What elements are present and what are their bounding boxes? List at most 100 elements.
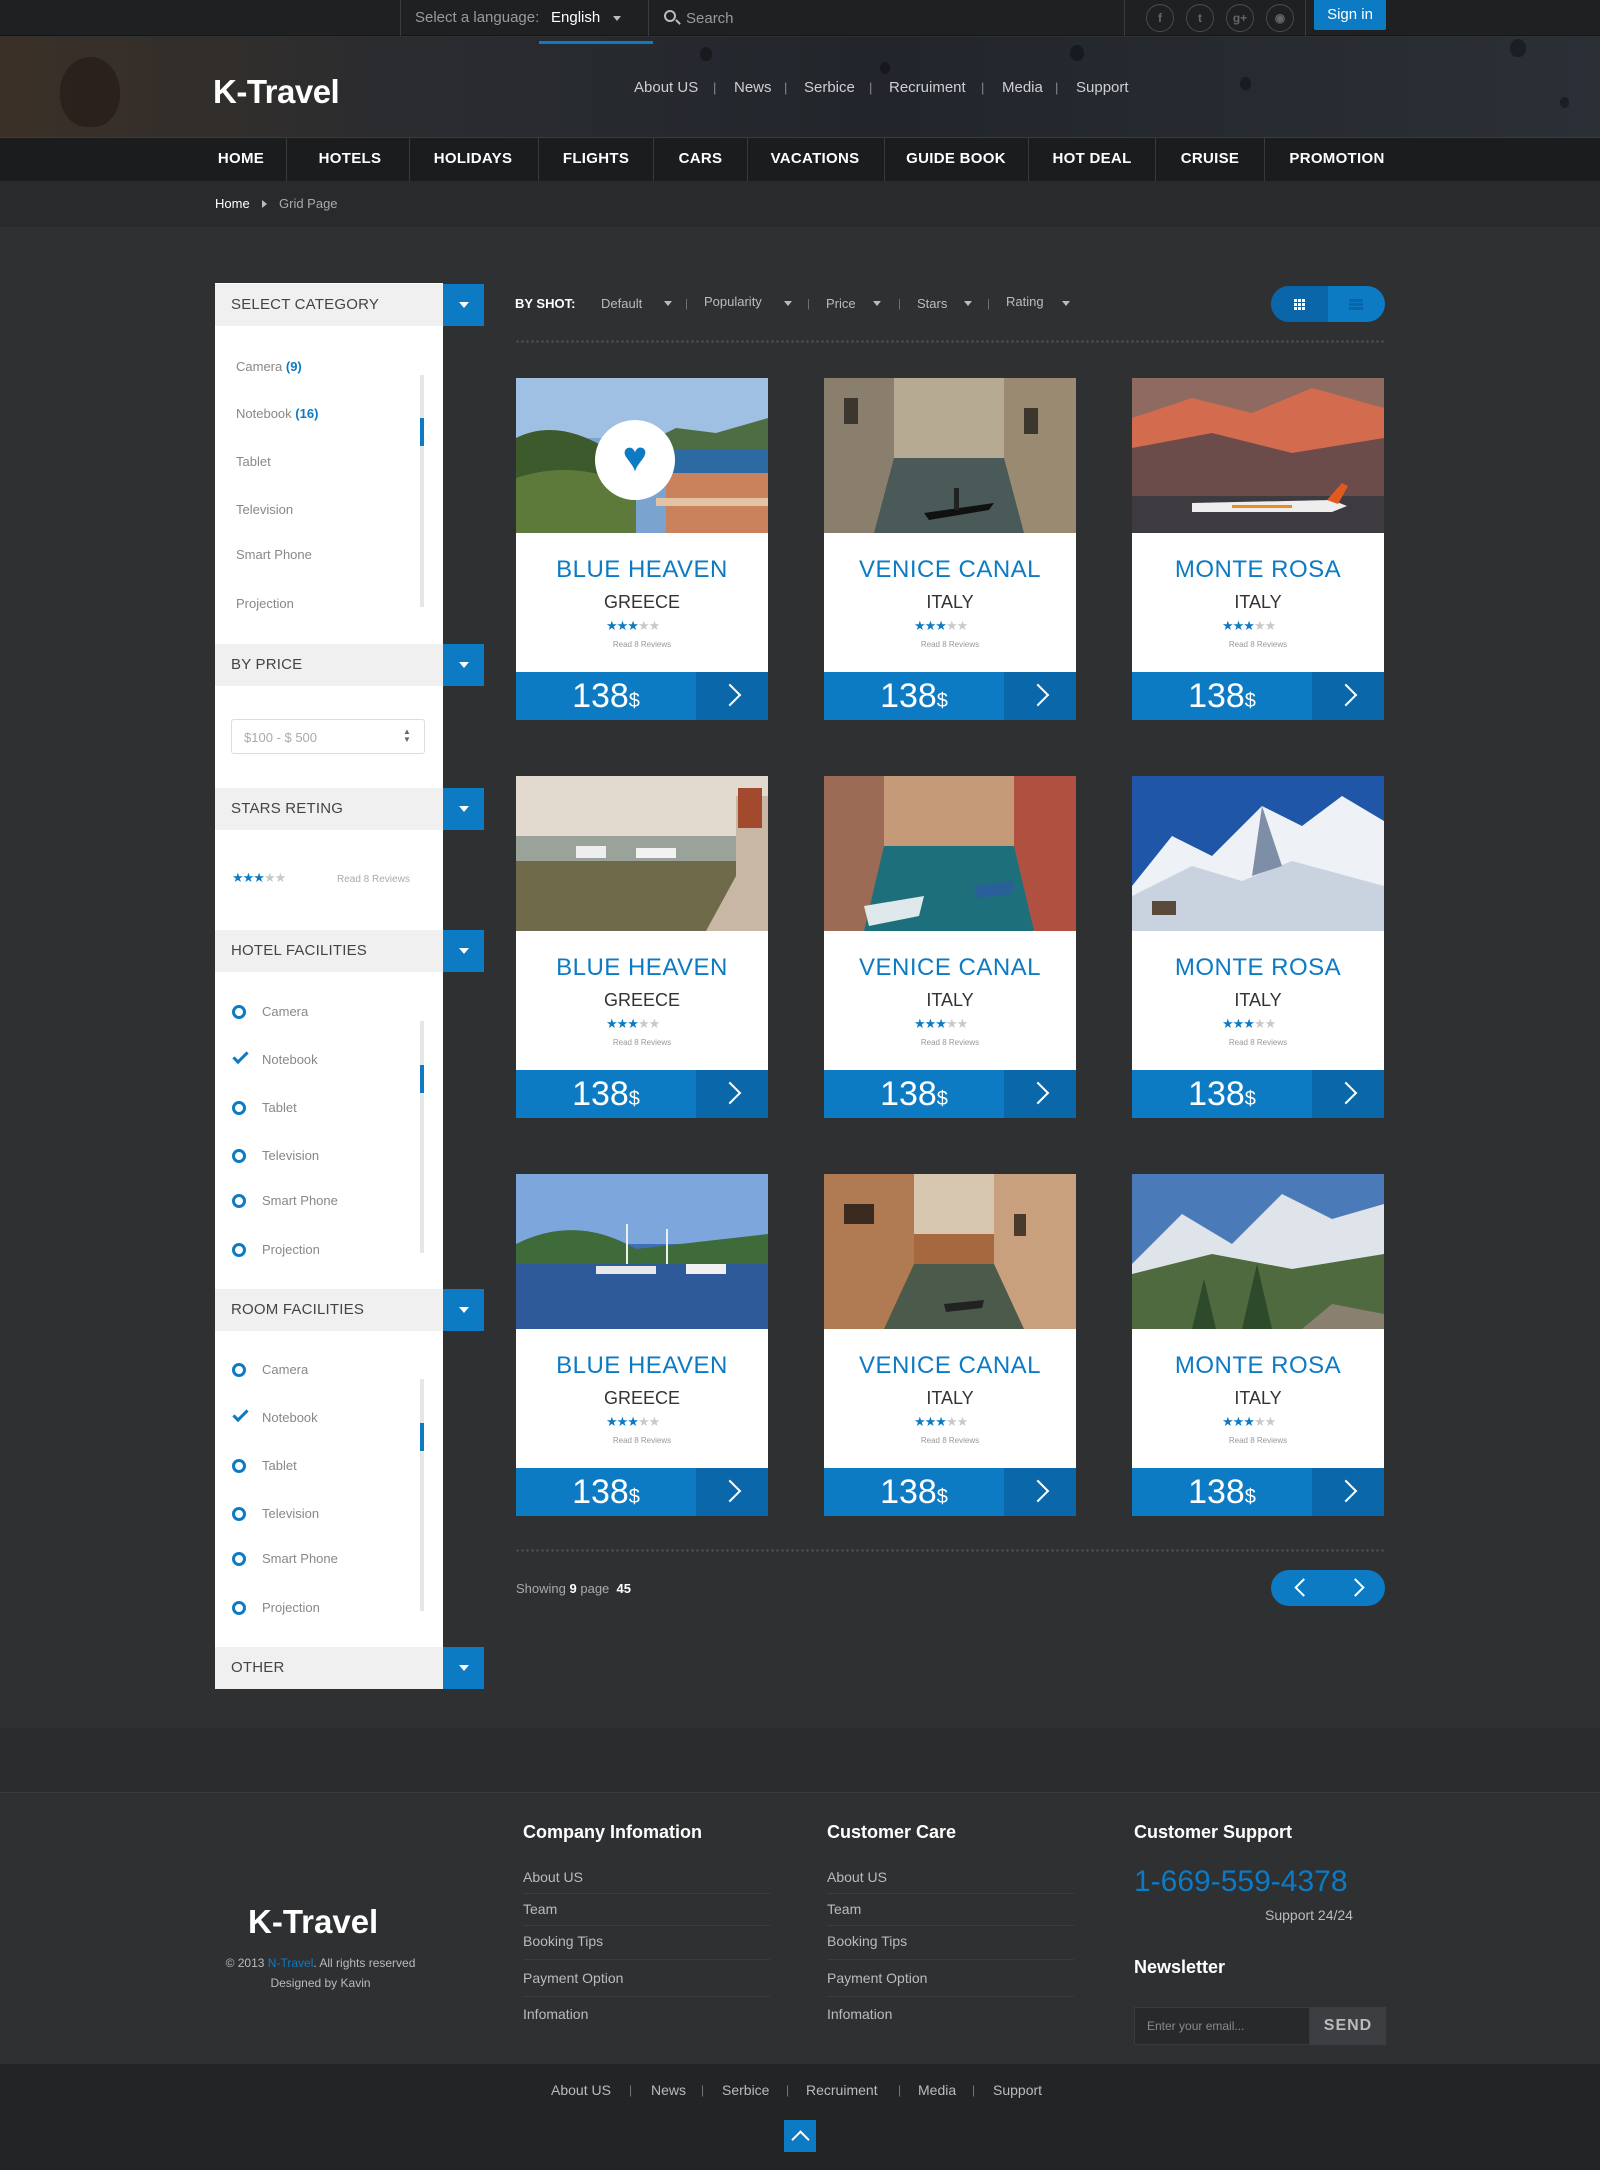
sort-price[interactable]: Price: [826, 296, 856, 311]
footer-company-link[interactable]: Payment Option: [523, 1970, 623, 1986]
room-facilities-header[interactable]: ROOM FACILITIES: [215, 1289, 443, 1331]
site-logo[interactable]: K-Travel: [213, 73, 340, 111]
chevron-down-icon[interactable]: [664, 301, 672, 306]
nav-item-hotels[interactable]: HOTELS: [300, 137, 400, 181]
bottom-link-news[interactable]: News: [651, 2082, 686, 2098]
footer-care-link[interactable]: Payment Option: [827, 1970, 927, 1986]
room-tablet-radio[interactable]: [232, 1459, 246, 1473]
card-reviews[interactable]: Read 8 Reviews: [516, 1038, 768, 1047]
card-image[interactable]: [824, 1174, 1076, 1329]
room-facility-television[interactable]: Television: [262, 1506, 319, 1521]
card-reviews[interactable]: Read 8 Reviews: [1132, 1436, 1384, 1445]
nav-item-hot-deal[interactable]: HOT DEAL: [1037, 137, 1147, 181]
card-reviews[interactable]: Read 8 Reviews: [824, 1038, 1076, 1047]
hotel-facility-notebook[interactable]: Notebook: [262, 1052, 318, 1067]
room-facility-camera[interactable]: Camera: [262, 1362, 308, 1377]
hotel-card[interactable]: VENICE CANAL ITALY ★★★★★ Read 8 Reviews …: [824, 378, 1076, 720]
room-facilities-scrollbar[interactable]: [420, 1379, 424, 1611]
category-item-notebook[interactable]: Notebook (16): [236, 406, 318, 421]
back-to-top-button[interactable]: [784, 2120, 816, 2152]
nav-item-cruise[interactable]: CRUISE: [1163, 137, 1257, 181]
hotel-facility-camera[interactable]: Camera: [262, 1004, 308, 1019]
other-toggle-icon[interactable]: [443, 1647, 484, 1689]
category-scroll-thumb[interactable]: [420, 418, 424, 446]
sort-default[interactable]: Default: [601, 296, 642, 311]
nav-item-home[interactable]: HOME: [206, 137, 276, 181]
hotel-television-radio[interactable]: [232, 1149, 246, 1163]
hotel-facility-tablet[interactable]: Tablet: [262, 1100, 297, 1115]
search-input[interactable]: [686, 7, 986, 29]
card-image[interactable]: [824, 378, 1076, 533]
card-arrow-button[interactable]: [1312, 1468, 1384, 1516]
hotel-tablet-radio[interactable]: [232, 1101, 246, 1115]
hotel-smart-phone-radio[interactable]: [232, 1194, 246, 1208]
card-arrow-button[interactable]: [696, 672, 768, 720]
newsletter-send-button[interactable]: SEND: [1310, 2007, 1386, 2045]
stars-rating-toggle-icon[interactable]: [443, 788, 484, 830]
newsletter-email-input[interactable]: [1134, 2007, 1310, 2045]
category-header[interactable]: SELECT CATEGORY: [215, 284, 443, 326]
footer-care-link[interactable]: Team: [827, 1901, 861, 1917]
header-link-recruitment[interactable]: Recruiment: [889, 79, 966, 96]
hotel-facilities-scrollbar[interactable]: [420, 1021, 424, 1253]
price-range-select[interactable]: $100 - $ 500: [231, 719, 425, 754]
card-arrow-button[interactable]: [1004, 1070, 1076, 1118]
card-title[interactable]: BLUE HEAVEN: [516, 954, 768, 982]
nav-item-cars[interactable]: CARS: [663, 137, 738, 181]
card-reviews[interactable]: Read 8 Reviews: [824, 1436, 1076, 1445]
hotel-facility-smart-phone[interactable]: Smart Phone: [262, 1193, 338, 1208]
card-title[interactable]: BLUE HEAVEN: [516, 556, 768, 584]
hotel-card[interactable]: MONTE ROSA ITALY ★★★★★ Read 8 Reviews 13…: [1132, 378, 1384, 720]
other-header[interactable]: OTHER: [215, 1647, 443, 1689]
rss-icon[interactable]: ◉: [1266, 4, 1294, 32]
sort-stars[interactable]: Stars: [917, 296, 947, 311]
footer-brand-link[interactable]: N-Travel: [268, 1956, 314, 1970]
card-reviews[interactable]: Read 8 Reviews: [1132, 1038, 1384, 1047]
card-image[interactable]: [516, 1174, 768, 1329]
card-title[interactable]: VENICE CANAL: [824, 556, 1076, 584]
card-title[interactable]: VENICE CANAL: [824, 1352, 1076, 1380]
hotel-facilities-header[interactable]: HOTEL FACILITIES: [215, 930, 443, 972]
room-facility-notebook[interactable]: Notebook: [262, 1410, 318, 1425]
breadcrumb-home[interactable]: Home: [215, 196, 250, 211]
room-camera-radio[interactable]: [232, 1363, 246, 1377]
footer-logo[interactable]: K-Travel: [248, 1903, 378, 1941]
header-link-about[interactable]: About US: [634, 79, 698, 96]
chevron-down-icon[interactable]: [613, 16, 621, 21]
category-item-projection[interactable]: Projection: [236, 596, 294, 611]
nav-item-holidays[interactable]: HOLIDAYS: [420, 137, 526, 181]
footer-care-link[interactable]: Infomation: [827, 2006, 892, 2022]
hotel-card[interactable]: MONTE ROSA ITALY ★★★★★ Read 8 Reviews 13…: [1132, 1174, 1384, 1516]
card-image[interactable]: [1132, 1174, 1384, 1329]
price-toggle-icon[interactable]: [443, 644, 484, 686]
favorite-button[interactable]: ♥: [595, 420, 675, 500]
hotel-card[interactable]: VENICE CANAL ITALY ★★★★★ Read 8 Reviews …: [824, 776, 1076, 1118]
card-arrow-button[interactable]: [696, 1070, 768, 1118]
card-arrow-button[interactable]: [1004, 672, 1076, 720]
room-projection-radio[interactable]: [232, 1601, 246, 1615]
card-arrow-button[interactable]: [696, 1468, 768, 1516]
price-header[interactable]: BY PRICE: [215, 644, 443, 686]
hotel-card[interactable]: MONTE ROSA ITALY ★★★★★ Read 8 Reviews 13…: [1132, 776, 1384, 1118]
search-icon[interactable]: [664, 10, 676, 22]
nav-item-flights[interactable]: FLIGHTS: [539, 137, 653, 181]
chevron-down-icon[interactable]: [1062, 301, 1070, 306]
star-rating-filter[interactable]: ★★★★★: [232, 870, 286, 886]
card-title[interactable]: MONTE ROSA: [1132, 556, 1384, 584]
list-view-button[interactable]: [1328, 286, 1385, 322]
nav-item-promotion[interactable]: PROMOTION: [1272, 137, 1402, 181]
category-item-television[interactable]: Television: [236, 502, 293, 517]
hotel-facility-television[interactable]: Television: [262, 1148, 319, 1163]
bottom-link-recruitment[interactable]: Recruiment: [806, 2082, 878, 2098]
category-toggle-icon[interactable]: [443, 284, 484, 326]
hotel-facilities-scroll-thumb[interactable]: [420, 1065, 424, 1093]
bottom-link-media[interactable]: Media: [918, 2082, 956, 2098]
card-image[interactable]: ♥: [516, 378, 768, 533]
card-title[interactable]: MONTE ROSA: [1132, 954, 1384, 982]
card-title[interactable]: MONTE ROSA: [1132, 1352, 1384, 1380]
hotel-card[interactable]: BLUE HEAVEN GREECE ★★★★★ Read 8 Reviews …: [516, 776, 768, 1118]
room-facility-smart-phone[interactable]: Smart Phone: [262, 1551, 338, 1566]
header-link-support[interactable]: Support: [1076, 79, 1129, 96]
twitter-icon[interactable]: t: [1186, 4, 1214, 32]
footer-care-link[interactable]: About US: [827, 1869, 887, 1885]
